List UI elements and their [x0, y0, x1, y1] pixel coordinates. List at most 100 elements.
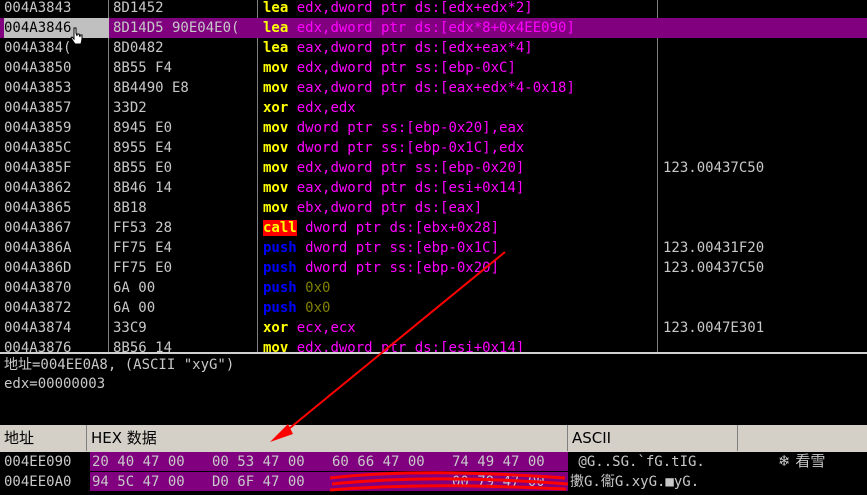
info-address-line: 地址=004EE0A8, (ASCII "xyG") [4, 357, 235, 373]
disasm-hex-bytes: 8955 E4 [113, 140, 173, 156]
dump-byte-group: 60 66 47 00 [332, 454, 425, 470]
disasm-hex-bytes: FF75 E4 [113, 240, 173, 256]
disasm-address: 004A3876 [4, 340, 72, 352]
disasm-row[interactable]: 004A3843 8D1452 lea edx,dword ptr ds:[edx+… [0, 0, 867, 18]
dump-row[interactable]: 004EE0A0 94 5C 47 00 D0 6F 47 00 00 79 47 0… [0, 472, 867, 492]
disasm-operands: edx,dword ptr ds:[edx+edx*2] [296, 0, 533, 16]
dump-hex-bytes: 20 40 47 00 00 53 47 00 60 66 47 00 74 49 4… [90, 452, 568, 471]
disasm-mnemonic: mov [263, 60, 289, 76]
disasm-instruction: push 0x0 [263, 298, 330, 318]
disasm-mnemonic: mov [263, 340, 289, 352]
dump-header-hex[interactable]: HEX 数据 [87, 425, 568, 451]
disasm-operands: dword ptr ss:[ebp-0x1C] [305, 240, 500, 256]
disasm-operands: edx,dword ptr ss:[ebp-0xC] [296, 60, 516, 76]
disasm-address: 004A3859 [4, 120, 72, 136]
disasm-instruction: mov eax,dword ptr ds:[eax+edx*4-0x18] [263, 78, 575, 98]
disasm-address: 004A3867 [4, 220, 72, 236]
dump-pane: 004EE090 20 40 47 00 00 53 47 00 60 66 47 0… [0, 452, 867, 495]
disasm-mnemonic: lea [263, 20, 289, 36]
disasm-hex-bytes: 8B18 [113, 200, 147, 216]
disasm-hex-bytes: 33C9 [113, 320, 147, 336]
disasm-row[interactable]: 004A3850 8B55 F4 mov edx,dword ptr ss:[ebp… [0, 58, 867, 78]
disasm-hex-bytes: 8B4490 E8 [113, 80, 189, 96]
disasm-address: 004A385F [4, 160, 72, 176]
disasm-instruction: lea eax,dword ptr ds:[edx+eax*4] [263, 38, 533, 58]
disasm-address: 004A3857 [4, 100, 72, 116]
disasm-row[interactable]: 004A3872 6A 00 push 0x0 [0, 298, 867, 318]
disasm-hex-bytes: FF53 28 [113, 220, 173, 236]
disasm-mnemonic: xor [263, 320, 289, 336]
disasm-mnemonic: mov [263, 160, 289, 176]
disasm-hex-bytes: 33D2 [113, 100, 147, 116]
dump-byte-group: 94 5C 47 00 [92, 474, 185, 490]
disasm-operands: dword ptr ss:[ebp-0x1C],edx [296, 140, 525, 156]
disasm-operands: dword ptr ss:[ebp-0x20],eax [296, 120, 525, 136]
disasm-address: 004A3850 [4, 60, 72, 76]
disasm-address: 004A3872 [4, 300, 72, 316]
disasm-hex-bytes: 8B56 14 [113, 340, 173, 352]
disasm-instruction: lea edx,dword ptr ds:[edx+edx*2] [263, 0, 533, 18]
disasm-mnemonic: call [263, 220, 297, 236]
disasm-instruction: call dword ptr ds:[ebx+0x28] [263, 218, 499, 238]
disasm-comment: 123.00437C50 [663, 160, 765, 176]
disasm-comment: 123.0047E301 [663, 320, 765, 336]
dump-byte-group: 74 49 47 00 [452, 454, 545, 470]
disasm-mnemonic: mov [263, 180, 289, 196]
disasm-mnemonic: push [263, 260, 297, 276]
disasm-row[interactable]: 004A3862 8B46 14 mov eax,dword ptr ds:[esi… [0, 178, 867, 198]
dump-byte-group: 00 53 47 00 [212, 454, 305, 470]
disasm-row[interactable]: 004A386D FF75 E0 123.00437C50 push dword pt… [0, 258, 867, 278]
disasm-instruction: push dword ptr ss:[ebp-0x20] [263, 258, 499, 278]
disasm-address: 004A3865 [4, 200, 72, 216]
disasm-row[interactable]: 004A3859 8945 E0 mov dword ptr ss:[ebp-0x2… [0, 118, 867, 138]
disasm-row[interactable]: 004A385F 8B55 E0 123.00437C50 mov edx,dword… [0, 158, 867, 178]
disasm-operands: eax,dword ptr ds:[edx+eax*4] [296, 40, 533, 56]
dump-ascii: @G..SG.`fG.tIG. [570, 454, 705, 470]
disasm-operands: eax,dword ptr ds:[esi+0x14] [296, 180, 525, 196]
disasm-address: 004A3843 [4, 0, 72, 16]
disasm-operands: ecx,ecx [296, 320, 356, 336]
disassembly-pane: 004A3843 8D1452 lea edx,dword ptr ds:[edx+… [0, 0, 867, 352]
disasm-instruction: mov edx,dword ptr ss:[ebp-0xC] [263, 58, 516, 78]
disasm-instruction: mov eax,dword ptr ds:[esi+0x14] [263, 178, 524, 198]
disasm-address: 004A385C [4, 140, 72, 156]
disasm-row[interactable]: 004A3853 8B4490 E8 mov eax,dword ptr ds:[e… [0, 78, 867, 98]
disasm-row[interactable]: 004A3865 8B18 mov ebx,dword ptr ds:[eax] [0, 198, 867, 218]
disasm-row[interactable]: 004A385C 8955 E4 mov dword ptr ss:[ebp-0x1… [0, 138, 867, 158]
disasm-row[interactable]: 004A384(8D0482 lea eax,dword ptr ds:[edx+… [0, 38, 867, 58]
disasm-row[interactable]: 004A3874 33C9 123.0047E301 xor ecx,ecx [0, 318, 867, 338]
disasm-address: 004A3862 [4, 180, 72, 196]
disasm-operands: eax,dword ptr ds:[eax+edx*4-0x18] [296, 80, 575, 96]
disasm-hex-bytes: 8B46 14 [113, 180, 173, 196]
disasm-hex-bytes: 8B55 E0 [113, 160, 173, 176]
disasm-row[interactable]: 004A3870 6A 00 push 0x0 [0, 278, 867, 298]
dump-header-address[interactable]: 地址 [0, 425, 87, 451]
disasm-mnemonic: mov [263, 120, 289, 136]
disasm-address: 004A3853 [4, 80, 72, 96]
dump-header-ascii[interactable]: ASCII [568, 425, 738, 451]
disasm-hex-bytes: 6A 00 [113, 280, 156, 296]
disasm-row[interactable]: 004A386A FF75 E4 123.00431F20 push dword pt… [0, 238, 867, 258]
dump-header: 地址 HEX 数据 ASCII [0, 425, 867, 452]
info-pane: 地址=004EE0A8, (ASCII "xyG") edx=00000003 [0, 354, 867, 424]
disasm-hex-bytes: 8B55 F4 [113, 60, 173, 76]
dump-row[interactable]: 004EE090 20 40 47 00 00 53 47 00 60 66 47 0… [0, 452, 867, 472]
disasm-hex-bytes: 6A 00 [113, 300, 156, 316]
disasm-operands: ebx,dword ptr ds:[eax] [296, 200, 483, 216]
dump-ascii: 擻G.衞G.xyG.■yG. [570, 474, 700, 490]
disasm-instruction: lea edx,dword ptr ds:[edx*8+0x4EE090] [263, 18, 575, 38]
mouse-cursor-icon [70, 27, 84, 51]
disasm-row[interactable]: 004A3867 FF53 28 call dword ptr ds:[ebx+0x… [0, 218, 867, 238]
dump-byte-group: 00 79 47 00 [452, 474, 545, 490]
disasm-operands: 0x0 [305, 280, 331, 296]
disasm-operands: edx,dword ptr ds:[esi+0x14] [296, 340, 525, 352]
watermark: ❄ 看雪 [778, 450, 825, 471]
disasm-mnemonic: push [263, 280, 297, 296]
disasm-address: 004A3846 [4, 18, 109, 38]
disasm-operands: edx,dword ptr ss:[ebp-0x20] [296, 160, 525, 176]
disasm-mnemonic: mov [263, 200, 289, 216]
disasm-mnemonic: lea [263, 0, 289, 16]
disasm-row[interactable]: 004A3857 33D2 xor edx,edx [0, 98, 867, 118]
disasm-row[interactable]: 004A3846 8D14D5 90E04E0(lea edx,dword ptr… [0, 18, 867, 38]
disasm-row[interactable]: 004A3876 8B56 14 mov edx,dword ptr ds:[esi… [0, 338, 867, 352]
